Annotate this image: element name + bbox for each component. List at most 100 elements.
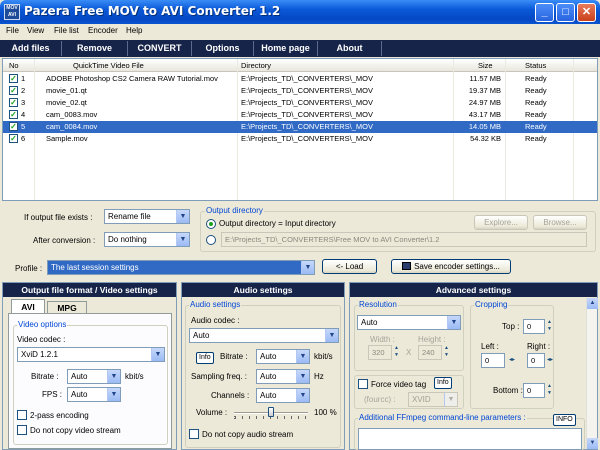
menu-file[interactable]: File — [6, 26, 19, 35]
about-button[interactable]: About — [318, 41, 382, 56]
row-checkbox[interactable]: ✓ — [9, 74, 18, 83]
menu-view[interactable]: View — [27, 26, 44, 35]
tab-mpg[interactable]: MPG — [47, 301, 87, 313]
fps-select[interactable]: Auto ▼ — [67, 387, 121, 402]
scroll-up-icon[interactable]: ▲ — [587, 298, 598, 309]
row-checkbox[interactable]: ✓ — [9, 98, 18, 107]
advanced-scrollbar[interactable]: ▲ ▼ — [586, 298, 598, 449]
outdir-custom-radio[interactable] — [206, 235, 216, 245]
channels-select[interactable]: Auto ▼ — [256, 388, 310, 403]
crop-top-spinner[interactable]: ▲ ▼ — [546, 319, 553, 334]
save-encoder-settings-button[interactable]: Save encoder settings... — [391, 259, 511, 274]
menu-file-list[interactable]: File list — [54, 26, 79, 35]
menu-help[interactable]: Help — [126, 26, 142, 35]
two-pass-checkbox[interactable] — [17, 410, 27, 420]
width-spinner[interactable]: ▲ ▼ — [393, 345, 400, 360]
add-files-button[interactable]: Add files — [0, 41, 62, 56]
chevron-down-icon: ▼ — [176, 210, 189, 223]
outdir-path-field[interactable]: E:\Projects_TD\_CONVERTERS\Free MOV to A… — [221, 232, 587, 247]
cell-dir: E:\Projects_TD\_CONVERTERS\_MOV — [241, 74, 373, 83]
audio-panel-header: Audio settings — [182, 283, 344, 297]
options-button[interactable]: Options — [192, 41, 254, 56]
force-video-tag-checkbox[interactable] — [358, 379, 368, 389]
table-row[interactable]: ✓ 3 movie_02.qt E:\Projects_TD\_CONVERTERS\… — [3, 97, 597, 109]
crop-left-field[interactable]: 0 — [481, 353, 505, 368]
column-no[interactable]: No — [9, 61, 19, 70]
chevron-down-icon: ▼ — [296, 389, 309, 402]
table-row[interactable]: ✓ 5 cam_0084.mov E:\Projects_TD\_CONVERTERS… — [3, 121, 597, 133]
crop-bottom-field[interactable]: 0 — [523, 383, 545, 398]
sampling-freq-select[interactable]: Auto ▼ — [256, 369, 310, 384]
column-file[interactable]: QuickTime Video File — [73, 61, 144, 70]
fourcc-select[interactable]: XVID ▼ — [408, 392, 458, 407]
table-row[interactable]: ✓ 4 cam_0083.mov E:\Projects_TD\_CONVERTERS… — [3, 109, 597, 121]
crop-right-spinner[interactable]: ◂▸ — [546, 353, 554, 368]
cell-status: Ready — [525, 110, 547, 119]
load-profile-button[interactable]: <- Load — [322, 259, 377, 274]
profile-value: The last session settings — [51, 263, 139, 272]
after-conversion-select[interactable]: Do nothing ▼ — [104, 232, 190, 247]
fourcc-label: (fourcc) : — [364, 395, 396, 404]
resolution-select[interactable]: Auto ▼ — [357, 315, 461, 330]
chevron-down-icon: ▼ — [301, 261, 314, 274]
audio-info-button[interactable]: Info — [196, 352, 214, 364]
no-copy-audio-label: Do not copy audio stream — [202, 430, 294, 439]
cell-size: 43.17 MB — [468, 110, 501, 119]
width-field[interactable]: 320 — [368, 345, 392, 360]
row-checkbox[interactable]: ✓ — [9, 110, 18, 119]
crop-right-field[interactable]: 0 — [527, 353, 545, 368]
crop-top-field[interactable]: 0 — [523, 319, 545, 334]
audio-bitrate-select[interactable]: Auto ▼ — [256, 349, 310, 364]
video-options-title: Video options — [17, 320, 68, 329]
volume-slider-thumb[interactable] — [268, 407, 274, 417]
row-checkbox[interactable]: ✓ — [9, 134, 18, 143]
height-field[interactable]: 240 — [418, 345, 442, 360]
sampling-freq-label: Sampling freq. : — [191, 372, 248, 381]
no-copy-audio-checkbox[interactable] — [189, 429, 199, 439]
tab-avi[interactable]: AVI — [11, 299, 45, 313]
if-exists-value: Rename file — [108, 212, 151, 221]
column-size[interactable]: Size — [478, 61, 493, 70]
save-encoder-settings-label: Save encoder settings... — [414, 262, 500, 271]
browse-button[interactable]: Browse... — [533, 215, 587, 230]
cell-size: 24.97 MB — [468, 98, 501, 107]
height-spinner[interactable]: ▲ ▼ — [443, 345, 450, 360]
chevron-down-icon: ▼ — [325, 329, 338, 342]
minimize-icon[interactable]: _ — [535, 3, 554, 22]
crop-left-spinner[interactable]: ◂▸ — [506, 353, 518, 368]
menu-encoder[interactable]: Encoder — [88, 26, 118, 35]
cell-size: 19.37 MB — [468, 86, 501, 95]
title-bar[interactable]: MOV AVI Pazera Free MOV to AVI Converter… — [0, 0, 600, 24]
profile-select[interactable]: The last session settings ▼ — [47, 260, 315, 275]
home-page-button[interactable]: Home page — [254, 41, 318, 56]
audio-codec-select[interactable]: Auto ▼ — [189, 328, 339, 343]
row-checkbox[interactable]: ✓ — [9, 122, 18, 131]
maximize-icon[interactable]: □ — [556, 3, 575, 22]
scroll-down-icon[interactable]: ▼ — [587, 438, 598, 449]
no-copy-video-checkbox[interactable] — [17, 425, 27, 435]
column-directory[interactable]: Directory — [241, 61, 271, 70]
video-bitrate-select[interactable]: Auto ▼ — [67, 369, 121, 384]
chevron-down-icon: ▼ — [296, 370, 309, 383]
height-label: Height : — [418, 335, 446, 344]
video-bitrate-unit: kbit/s — [125, 372, 144, 381]
row-checkbox[interactable]: ✓ — [9, 86, 18, 95]
table-row[interactable]: ✓ 1 ADOBE Photoshop CS2 Camera RAW Tutoria… — [3, 73, 597, 85]
explore-button[interactable]: Explore... — [474, 215, 528, 230]
video-settings-panel: Output file format / Video settings AVI … — [2, 282, 177, 450]
ffmpeg-info-button[interactable]: INFO — [553, 414, 576, 426]
file-list[interactable]: No QuickTime Video File Directory Size S… — [2, 58, 598, 201]
if-exists-select[interactable]: Rename file ▼ — [104, 209, 190, 224]
force-tag-info-button[interactable]: Info — [434, 377, 452, 389]
video-codec-select[interactable]: XviD 1.2.1 ▼ — [17, 347, 165, 362]
volume-slider[interactable] — [234, 407, 308, 419]
column-status[interactable]: Status — [525, 61, 546, 70]
outdir-same-radio[interactable] — [206, 219, 216, 229]
remove-button[interactable]: Remove — [62, 41, 128, 56]
ffmpeg-params-input[interactable] — [358, 428, 582, 450]
convert-button[interactable]: CONVERT — [128, 41, 192, 56]
table-row[interactable]: ✓ 6 Sample.mov E:\Projects_TD\_CONVERTERS\_… — [3, 133, 597, 145]
table-row[interactable]: ✓ 2 movie_01.qt E:\Projects_TD\_CONVERTERS\… — [3, 85, 597, 97]
crop-bottom-spinner[interactable]: ▲ ▼ — [546, 383, 553, 398]
close-icon[interactable]: ✕ — [577, 3, 596, 22]
